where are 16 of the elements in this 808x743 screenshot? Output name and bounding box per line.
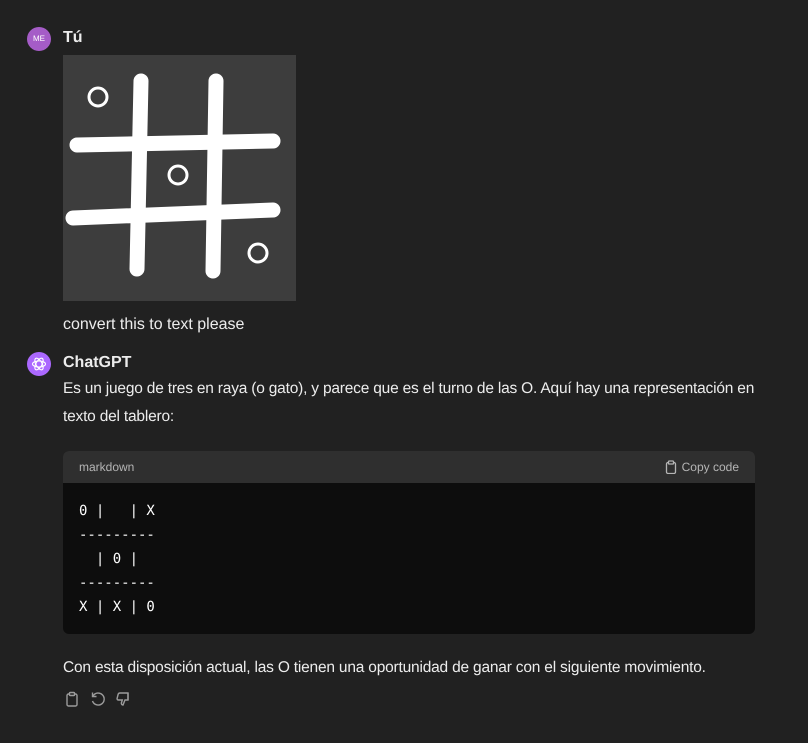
assistant-avatar-icon xyxy=(27,352,51,376)
message-text: Con esta disposición actual, las O tienen una oportunidad de ganar con el siguiente movimiento. xyxy=(63,658,707,678)
author-name: Tú xyxy=(63,28,84,48)
code-line: --------- xyxy=(79,574,155,593)
message-text: convert this to text please xyxy=(63,315,246,335)
author-name: ChatGPT xyxy=(63,353,132,373)
code-line: X | X | 0 xyxy=(79,598,155,617)
clipboard-icon xyxy=(664,460,678,474)
copy-code-button[interactable]: Copy code xyxy=(664,458,739,476)
user-avatar: ME xyxy=(27,27,51,51)
message-text: Es un juego de tres en raya (o gato), y parece que es el turno de las O. Aquí hay una representación en texto del tablero: xyxy=(63,379,756,427)
code-language: markdown xyxy=(79,459,134,476)
code-line: | 0 | xyxy=(94,550,138,569)
code-line: 0 | | X xyxy=(79,502,155,521)
regenerate-icon[interactable] xyxy=(89,690,107,708)
code-line: --------- xyxy=(79,526,155,545)
